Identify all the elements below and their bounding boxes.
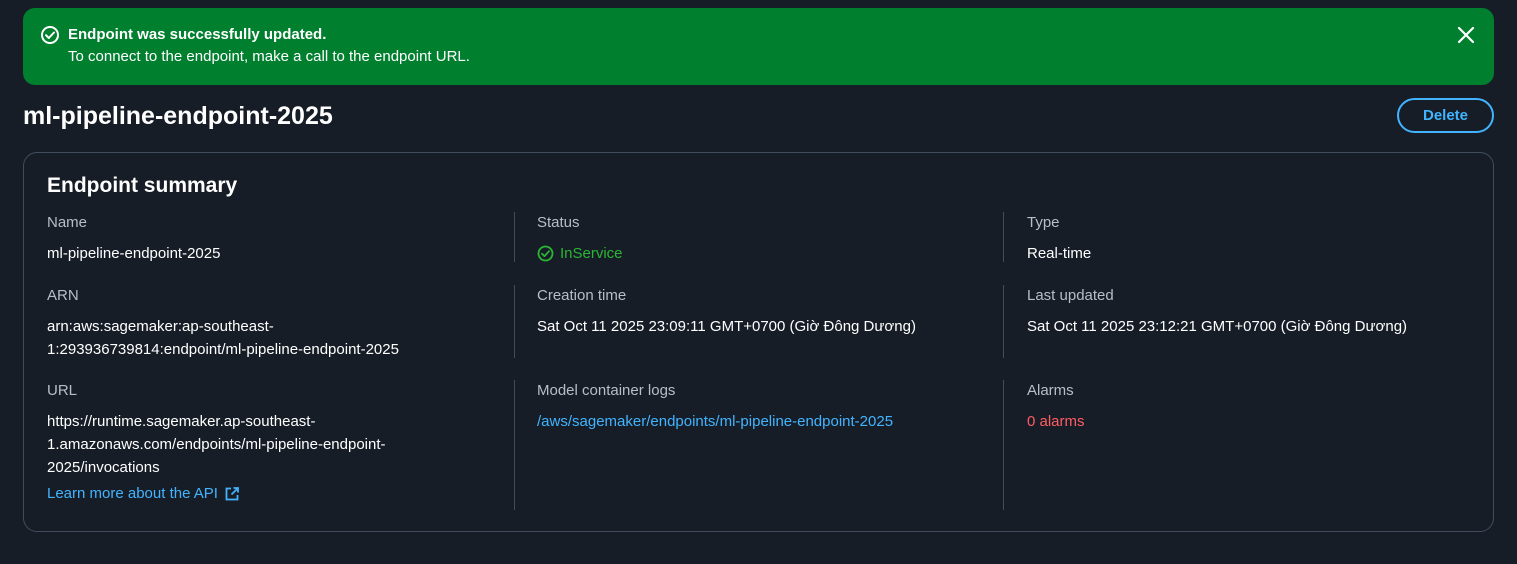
arn-line: 1:293936739814:endpoint/ml-pipeline-endp… — [47, 341, 399, 358]
column-divider — [1003, 212, 1004, 262]
field-label: ARN — [47, 287, 79, 304]
field-last-updated: Last updated Sat Oct 11 2025 23:12:21 GM… — [1027, 287, 1407, 338]
field-label: URL — [47, 382, 78, 399]
card-title: Endpoint summary — [47, 174, 238, 197]
logs-link[interactable]: /aws/sagemaker/endpoints/ml-pipeline-end… — [537, 413, 893, 430]
endpoint-name-value: ml-pipeline-endpoint-2025 — [47, 245, 221, 262]
column-divider — [514, 285, 515, 358]
flash-message: To connect to the endpoint, make a call … — [68, 48, 470, 65]
arn-value: arn:aws:sagemaker:ap-southeast- 1:293936… — [47, 315, 399, 361]
status-value: InService — [560, 245, 623, 262]
learn-more-label: Learn more about the API — [47, 485, 218, 502]
field-arn: ARN arn:aws:sagemaker:ap-southeast- 1:29… — [47, 287, 399, 361]
delete-button[interactable]: Delete — [1397, 98, 1494, 133]
alarms-value[interactable]: 0 alarms — [1027, 410, 1085, 433]
close-icon[interactable] — [1456, 25, 1476, 45]
field-alarms: Alarms 0 alarms — [1027, 382, 1085, 433]
last-updated-value: Sat Oct 11 2025 23:12:21 GMT+0700 (Giờ Đ… — [1027, 318, 1408, 335]
column-divider — [514, 212, 515, 262]
url-line: https://runtime.sagemaker.ap-southeast- — [47, 413, 316, 430]
url-line: 1.amazonaws.com/endpoints/ml-pipeline-en… — [47, 436, 386, 453]
field-label: Model container logs — [537, 382, 676, 399]
status-indicator: InService — [537, 242, 623, 265]
endpoint-summary-card: Endpoint summary Name ml-pipeline-endpoi… — [23, 152, 1494, 532]
field-name: Name ml-pipeline-endpoint-2025 — [47, 214, 220, 265]
page-title: ml-pipeline-endpoint-2025 — [23, 102, 333, 130]
url-value: https://runtime.sagemaker.ap-southeast- … — [47, 410, 386, 479]
column-divider — [514, 380, 515, 510]
creation-time-value: Sat Oct 11 2025 23:09:11 GMT+0700 (Giờ Đ… — [537, 318, 916, 335]
field-creation-time: Creation time Sat Oct 11 2025 23:09:11 G… — [537, 287, 916, 338]
flash-title: Endpoint was successfully updated. — [68, 26, 327, 43]
field-label: Status — [537, 214, 580, 231]
field-model-container-logs: Model container logs /aws/sagemaker/endp… — [537, 382, 893, 433]
field-label: Alarms — [1027, 382, 1074, 399]
success-check-icon — [41, 26, 59, 44]
field-status: Status InService — [537, 214, 623, 265]
status-success-icon — [537, 245, 554, 262]
external-link-icon — [225, 487, 239, 501]
arn-line: arn:aws:sagemaker:ap-southeast- — [47, 318, 274, 335]
column-divider — [1003, 285, 1004, 358]
type-value: Real-time — [1027, 245, 1092, 262]
field-label: Name — [47, 214, 88, 231]
success-flash-banner: Endpoint was successfully updated. To co… — [23, 8, 1494, 85]
field-label: Last updated — [1027, 287, 1114, 304]
learn-more-api-link[interactable]: Learn more about the API — [47, 484, 240, 504]
field-type: Type Real-time — [1027, 214, 1091, 265]
column-divider — [1003, 380, 1004, 510]
url-line: 2025/invocations — [47, 459, 160, 476]
field-url: URL https://runtime.sagemaker.ap-southea… — [47, 382, 386, 504]
field-label: Creation time — [537, 287, 627, 304]
field-label: Type — [1027, 214, 1060, 231]
